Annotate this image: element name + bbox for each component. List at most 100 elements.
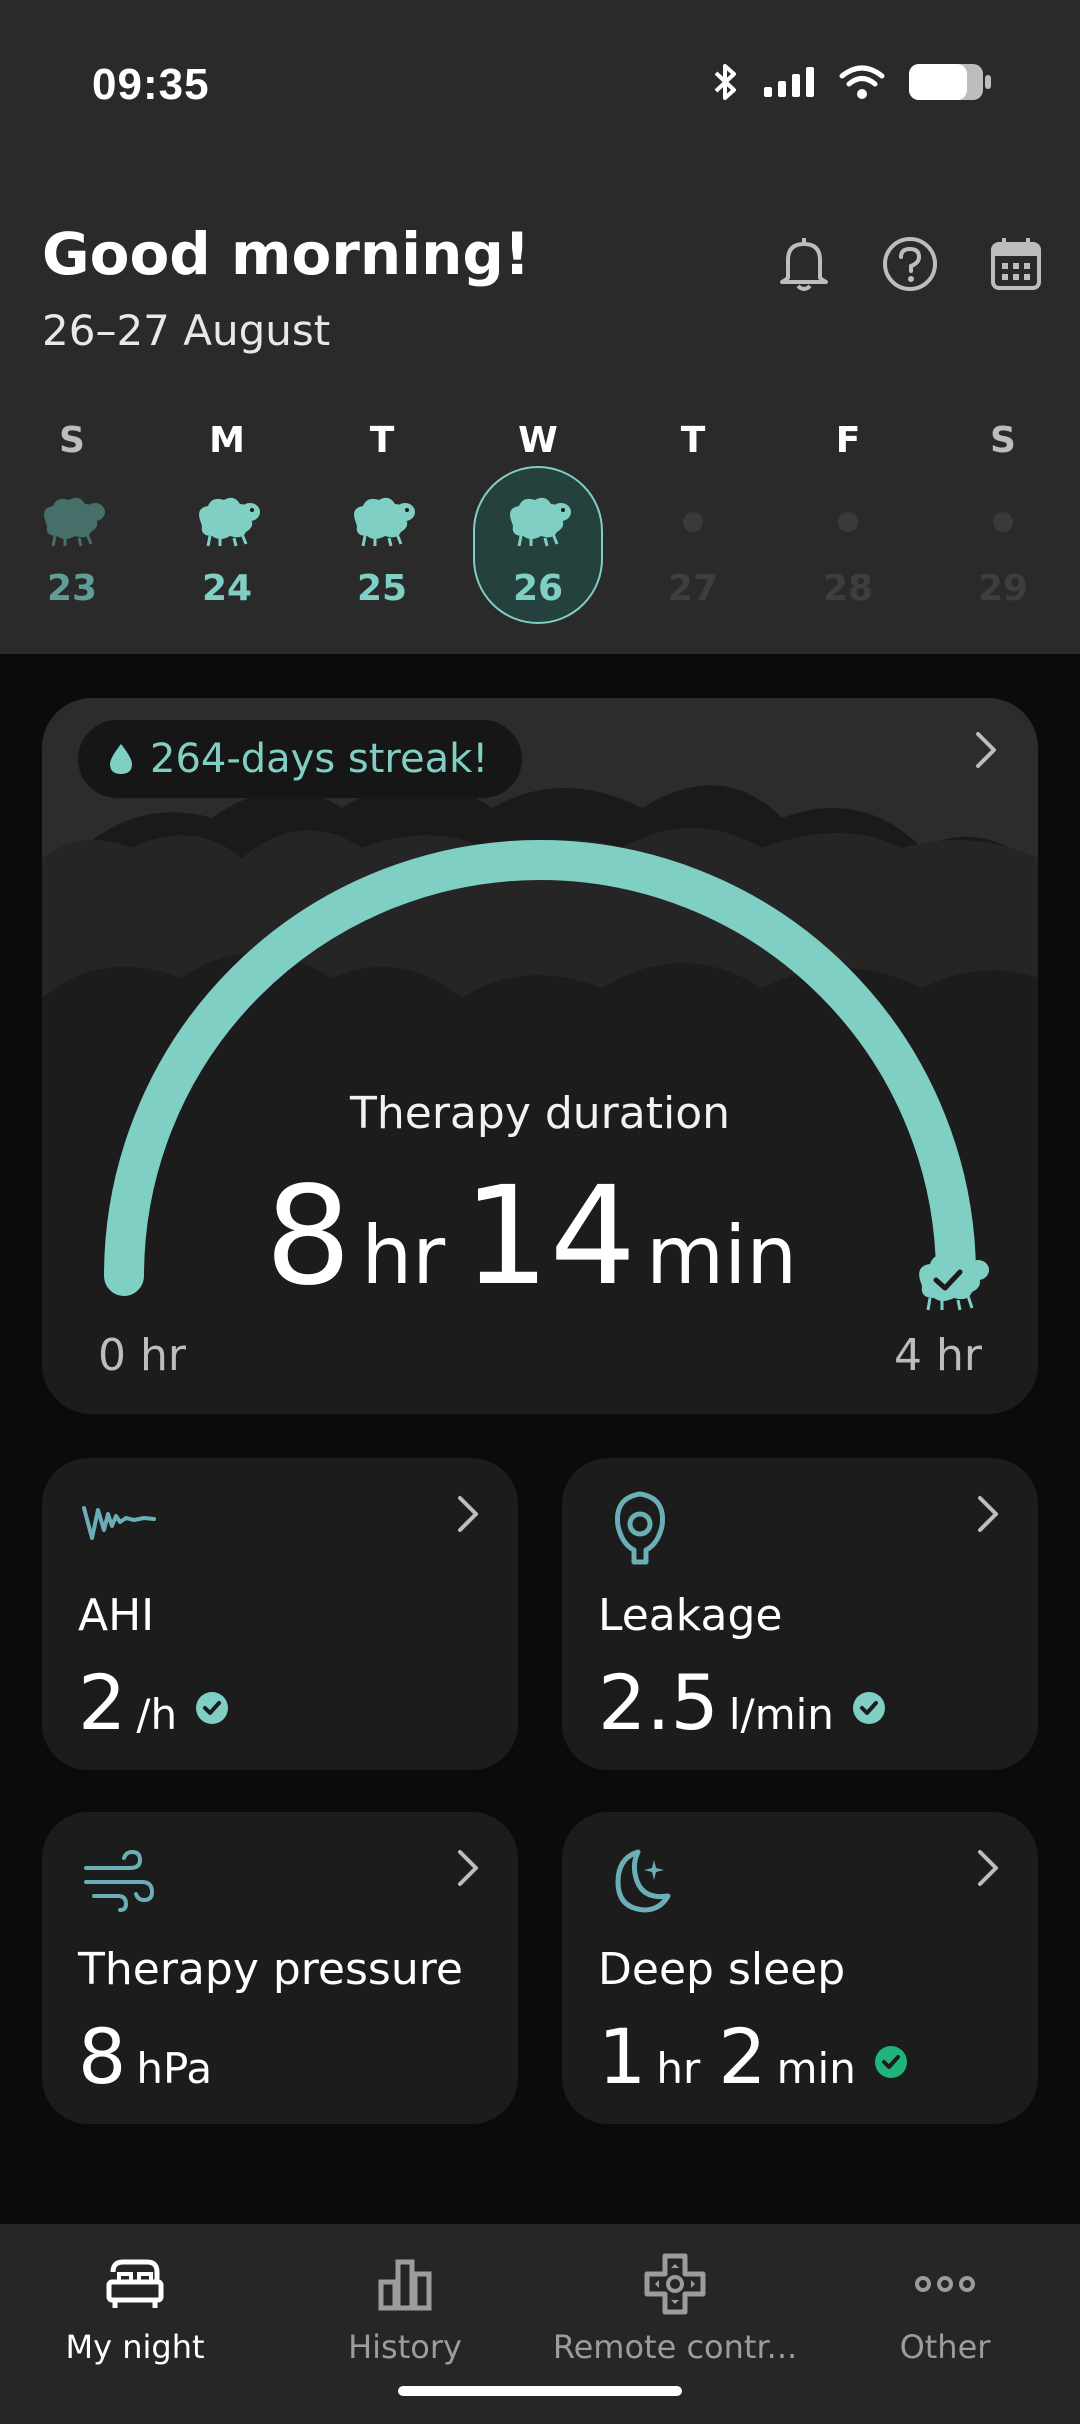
wifi-icon bbox=[839, 65, 885, 99]
metric-number: 2 bbox=[78, 1658, 127, 1747]
metric-unit: /h bbox=[136, 1690, 178, 1739]
streak-text: 264-days streak! bbox=[150, 736, 489, 782]
droplet-icon bbox=[110, 744, 132, 774]
calendar-icon bbox=[991, 238, 1041, 290]
day-letter: T bbox=[680, 420, 706, 461]
battery-icon bbox=[909, 64, 991, 100]
home-indicator bbox=[398, 2386, 682, 2396]
day-number: 24 bbox=[201, 568, 253, 609]
gauge-max-label: 4 hr bbox=[894, 1330, 982, 1381]
day-number: 29 bbox=[977, 568, 1029, 609]
breathing-wave-icon bbox=[82, 1506, 156, 1540]
sheep-icon bbox=[354, 497, 415, 547]
day-item[interactable]: F 28 bbox=[783, 420, 913, 630]
day-number: 27 bbox=[667, 568, 719, 609]
week-selector: S 23 M 24 T 25 W 26 T 27 F 28 S 29 bbox=[0, 420, 1080, 630]
check-circle-icon bbox=[196, 1692, 229, 1724]
sheep-icon bbox=[44, 497, 105, 547]
minutes-value: 14 bbox=[463, 1158, 637, 1316]
header: 09:35 Good morning! 26–27 August S 23 M … bbox=[0, 0, 1080, 654]
bar-chart-icon bbox=[378, 2259, 432, 2311]
more-icon bbox=[915, 2276, 975, 2292]
metric-value: 2.5 l/min bbox=[598, 1658, 886, 1747]
metric-value: 2 /h bbox=[78, 1658, 229, 1747]
mask-icon bbox=[614, 1491, 666, 1565]
metric-value: 1 hr 2 min bbox=[598, 2012, 908, 2101]
ahi-card[interactable]: AHI 2 /h bbox=[42, 1458, 518, 1770]
metric-unit: min bbox=[776, 2044, 856, 2093]
help-icon bbox=[883, 237, 937, 291]
metric-unit: hr bbox=[656, 2044, 701, 2093]
therapy-pressure-card[interactable]: Therapy pressure 8 hPa bbox=[42, 1812, 518, 2124]
day-number: 23 bbox=[46, 568, 98, 609]
day-letter: F bbox=[835, 420, 861, 461]
notifications-button[interactable] bbox=[770, 230, 838, 298]
day-item[interactable]: T 27 bbox=[628, 420, 758, 630]
hours-value: 8 bbox=[264, 1158, 352, 1316]
tab-label: History bbox=[348, 2328, 462, 2366]
leakage-card[interactable]: Leakage 2.5 l/min bbox=[562, 1458, 1038, 1770]
bed-icon bbox=[106, 2259, 164, 2308]
day-number: 28 bbox=[822, 568, 874, 609]
day-item-selected[interactable]: W 26 bbox=[473, 420, 603, 630]
tab-label: Remote contr... bbox=[552, 2328, 798, 2366]
day-item[interactable]: M 24 bbox=[162, 420, 292, 630]
metric-number: 2 bbox=[718, 2012, 767, 2101]
chevron-right-icon bbox=[978, 1496, 998, 1532]
day-number: 25 bbox=[356, 568, 408, 609]
gauge-min-label: 0 hr bbox=[98, 1330, 186, 1381]
day-item[interactable]: T 25 bbox=[317, 420, 447, 630]
metric-number: 8 bbox=[78, 2012, 127, 2101]
tab-other[interactable]: Other bbox=[810, 2240, 1080, 2380]
day-letter: S bbox=[59, 420, 85, 461]
calendar-button[interactable] bbox=[982, 230, 1050, 298]
wind-icon bbox=[84, 1849, 155, 1912]
metric-label: Deep sleep bbox=[598, 1944, 846, 1995]
empty-day-dot bbox=[993, 512, 1013, 532]
chevron-right-icon[interactable] bbox=[972, 728, 1000, 772]
tab-label: Other bbox=[899, 2328, 991, 2366]
deep-sleep-card[interactable]: Deep sleep 1 hr 2 min bbox=[562, 1812, 1038, 2124]
therapy-duration-card[interactable]: 264-days streak! Therapy duration 8 hr 14 m… bbox=[42, 698, 1038, 1414]
empty-day-dot bbox=[683, 512, 703, 532]
help-button[interactable] bbox=[876, 230, 944, 298]
day-letter: S bbox=[990, 420, 1016, 461]
day-item[interactable]: S 29 bbox=[938, 420, 1068, 630]
chevron-right-icon bbox=[458, 1850, 478, 1886]
day-letter: M bbox=[209, 420, 245, 461]
sheep-icon bbox=[199, 497, 260, 547]
therapy-duration-value: 8 hr 14 min bbox=[42, 1158, 1038, 1316]
status-time: 09:35 bbox=[92, 60, 210, 109]
empty-day-dot bbox=[838, 512, 858, 532]
chevron-right-icon bbox=[978, 1850, 998, 1886]
metric-label: AHI bbox=[78, 1590, 155, 1641]
status-bar-icons bbox=[710, 62, 992, 102]
check-circle-icon bbox=[852, 1692, 885, 1724]
day-letter: T bbox=[369, 420, 395, 461]
metric-label: Therapy pressure bbox=[78, 1944, 463, 1995]
tab-history[interactable]: History bbox=[270, 2240, 540, 2380]
remote-icon bbox=[644, 2253, 706, 2315]
chevron-right-icon bbox=[458, 1496, 478, 1532]
metric-label: Leakage bbox=[598, 1590, 783, 1641]
metric-unit: l/min bbox=[728, 1690, 834, 1739]
tab-my-night[interactable]: My night bbox=[0, 2240, 270, 2380]
date-range: 26–27 August bbox=[42, 306, 331, 355]
metric-value: 8 hPa bbox=[78, 2012, 212, 2101]
metric-unit: hPa bbox=[136, 2044, 213, 2093]
bluetooth-icon bbox=[714, 64, 736, 100]
moon-stars-icon bbox=[615, 1849, 671, 1913]
tab-remote-control[interactable]: Remote contr... bbox=[540, 2240, 810, 2380]
bell-icon bbox=[780, 238, 828, 291]
day-item[interactable]: S 23 bbox=[7, 420, 137, 630]
check-circle-icon bbox=[874, 2046, 907, 2078]
metric-number: 2.5 bbox=[598, 1658, 719, 1747]
day-letter: W bbox=[518, 420, 558, 461]
sheep-icon bbox=[510, 497, 571, 547]
tab-label: My night bbox=[65, 2328, 205, 2366]
hours-unit: hr bbox=[361, 1209, 446, 1302]
streak-badge[interactable]: 264-days streak! bbox=[78, 720, 523, 798]
signal-icon bbox=[764, 67, 814, 97]
minutes-unit: min bbox=[646, 1209, 798, 1302]
greeting-title: Good morning! bbox=[42, 220, 531, 288]
